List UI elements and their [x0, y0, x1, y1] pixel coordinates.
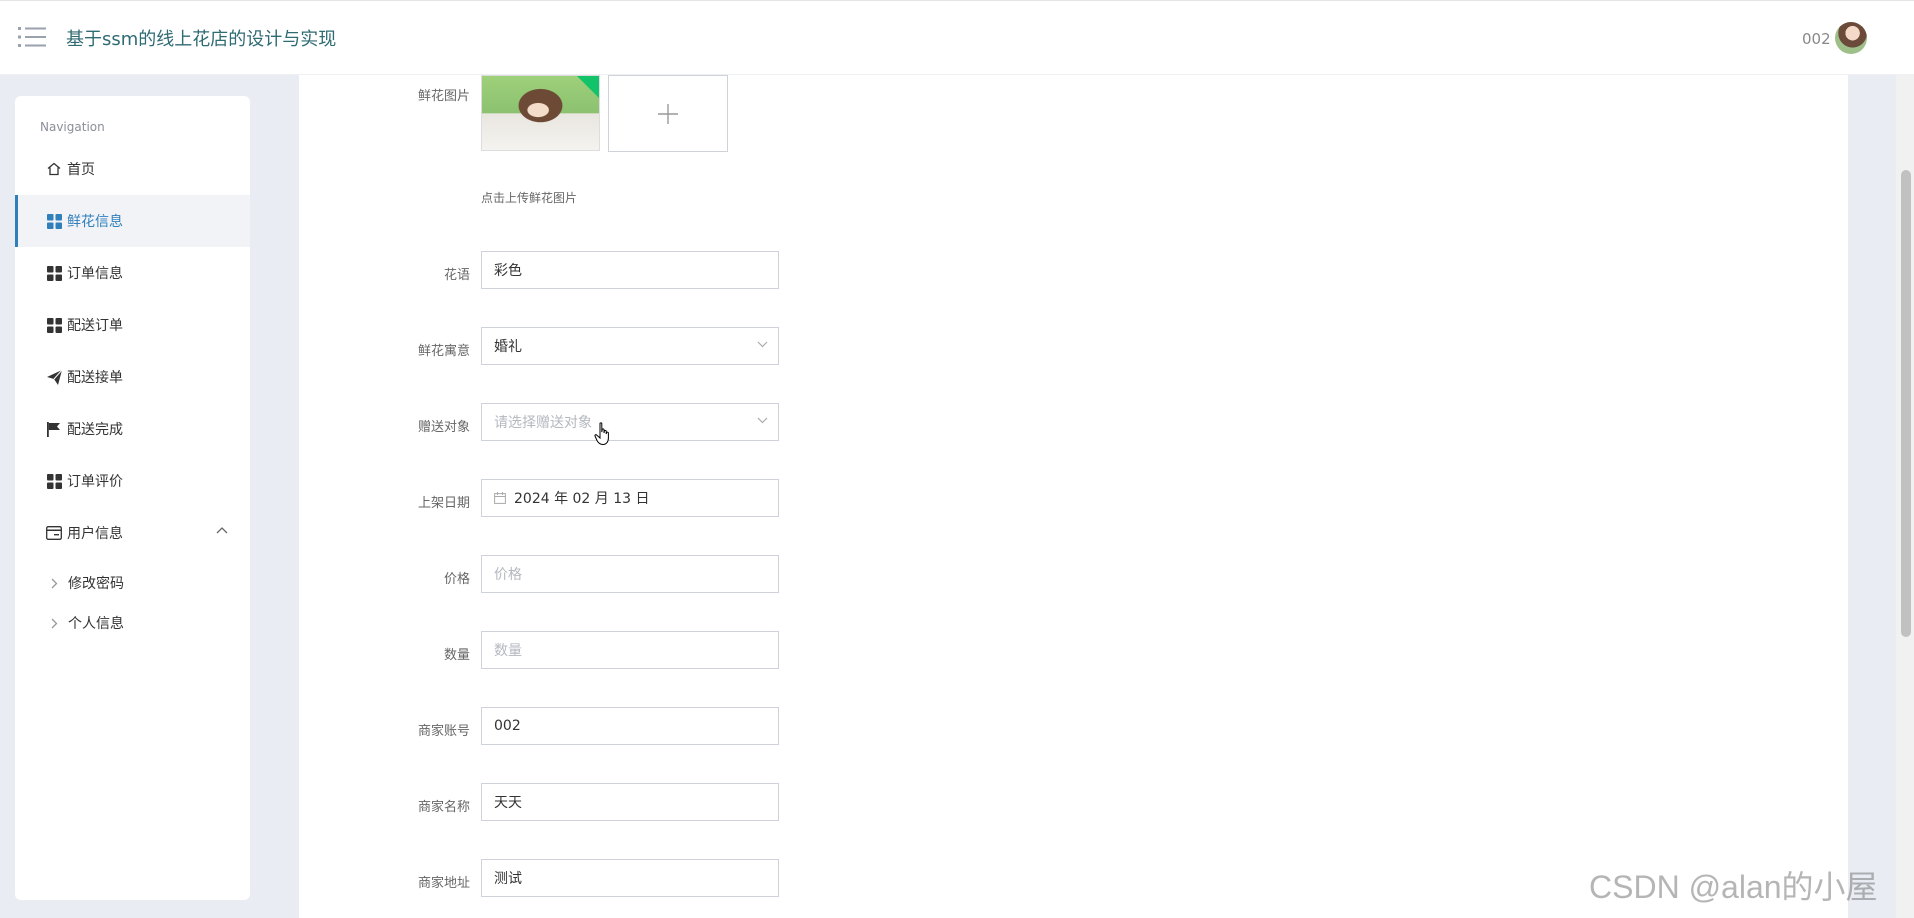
grid-icon: [46, 473, 62, 489]
calendar-icon: [494, 492, 506, 504]
grid-icon: [46, 265, 62, 281]
sidebar-item-label: 订单评价: [67, 474, 123, 490]
sidebar-item-label: 配送订单: [67, 318, 123, 334]
sidebar-subitem-label: 个人信息: [68, 616, 124, 632]
watermark: CSDN @alan的小屋: [1589, 869, 1878, 905]
card-icon: [46, 525, 62, 541]
sidebar-item-delivery-orders[interactable]: 配送订单: [15, 299, 250, 351]
plus-icon: [658, 103, 678, 124]
grid-icon: [46, 213, 62, 229]
chevron-right-icon: [51, 578, 58, 588]
recipient-placeholder: 请选择赠送对象: [494, 415, 592, 431]
uploaded-check-icon: [577, 76, 599, 98]
sidebar-item-flowers[interactable]: 鲜花信息: [15, 195, 250, 247]
nav-heading: Navigation: [40, 120, 105, 134]
send-icon: [46, 369, 62, 385]
image-label: 鲜花图片: [417, 89, 470, 104]
sidebar-item-delivery-accept[interactable]: 配送接单: [15, 351, 250, 403]
flower-image-thumbnail[interactable]: [481, 75, 600, 151]
meaning-select[interactable]: 婚礼: [481, 327, 779, 365]
listing-date-value: 2024 年 02 月 13 日: [514, 491, 650, 507]
listing-date-picker[interactable]: 2024 年 02 月 13 日: [481, 479, 779, 517]
home-icon: [46, 161, 62, 177]
merchant-name-label: 商家名称: [417, 800, 470, 815]
sidebar-subitem-label: 修改密码: [68, 576, 124, 592]
chevron-up-icon: [216, 527, 228, 534]
quantity-input[interactable]: 数量: [481, 631, 779, 669]
flower-language-input[interactable]: 彩色: [481, 251, 779, 289]
price-input[interactable]: 价格: [481, 555, 779, 593]
price-label: 价格: [443, 572, 470, 587]
sidebar-item-label: 用户信息: [67, 526, 123, 542]
sidebar-item-label: 鲜花信息: [67, 214, 123, 230]
sidebar-item-label: 配送完成: [67, 422, 123, 438]
quantity-label: 数量: [443, 648, 470, 663]
merchant-account-input[interactable]: 002: [481, 707, 779, 745]
hand-cursor-icon: [594, 422, 609, 446]
merchant-account-label: 商家账号: [417, 724, 470, 739]
merchant-address-value: 测试: [494, 871, 522, 887]
menu-toggle-icon[interactable]: [18, 26, 46, 48]
sidebar-item-orders[interactable]: 订单信息: [15, 247, 250, 299]
flower-language-value: 彩色: [494, 263, 522, 279]
sidebar-subitem-profile[interactable]: 个人信息: [15, 606, 250, 640]
meaning-label: 鲜花寓意: [417, 344, 470, 359]
chevron-down-icon: [757, 417, 768, 424]
scrollbar-thumb[interactable]: [1901, 170, 1911, 637]
image-upload-button[interactable]: [608, 75, 728, 152]
sidebar-item-user-info[interactable]: 用户信息: [15, 507, 250, 559]
user-name[interactable]: 002: [1802, 30, 1831, 48]
recipient-select[interactable]: 请选择赠送对象: [481, 403, 779, 441]
sidebar-item-delivery-done[interactable]: 配送完成: [15, 403, 250, 455]
recipient-label: 赠送对象: [417, 420, 470, 435]
merchant-name-input[interactable]: 天天: [481, 783, 779, 821]
chevron-right-icon: [51, 618, 58, 628]
top-bar: 基于ssm的线上花店的设计与实现 002: [0, 0, 1914, 75]
listing-date-label: 上架日期: [417, 496, 470, 511]
sidebar-item-reviews[interactable]: 订单评价: [15, 455, 250, 507]
meaning-value: 婚礼: [494, 339, 522, 355]
app-title: 基于ssm的线上花店的设计与实现: [66, 29, 337, 50]
flag-icon: [46, 421, 62, 437]
merchant-account-value: 002: [494, 718, 521, 734]
sidebar-item-label: 配送接单: [67, 370, 123, 386]
quantity-placeholder: 数量: [494, 643, 522, 659]
sidebar-item-home[interactable]: 首页: [15, 143, 250, 195]
merchant-name-value: 天天: [494, 795, 522, 811]
merchant-address-input[interactable]: 测试: [481, 859, 779, 897]
price-placeholder: 价格: [494, 567, 522, 583]
upload-hint: 点击上传鲜花图片: [481, 191, 578, 205]
merchant-address-label: 商家地址: [417, 876, 470, 891]
sidebar-item-label: 首页: [67, 162, 95, 178]
flower-language-label: 花语: [443, 268, 470, 283]
avatar[interactable]: [1835, 22, 1867, 54]
chevron-down-icon: [757, 341, 768, 348]
sidebar-item-label: 订单信息: [67, 266, 123, 282]
grid-icon: [46, 317, 62, 333]
sidebar: Navigation 首页 鲜花信息 订单信息 配送订单 配送接单 配送完成 订…: [15, 96, 250, 900]
sidebar-subitem-change-password[interactable]: 修改密码: [15, 566, 250, 600]
